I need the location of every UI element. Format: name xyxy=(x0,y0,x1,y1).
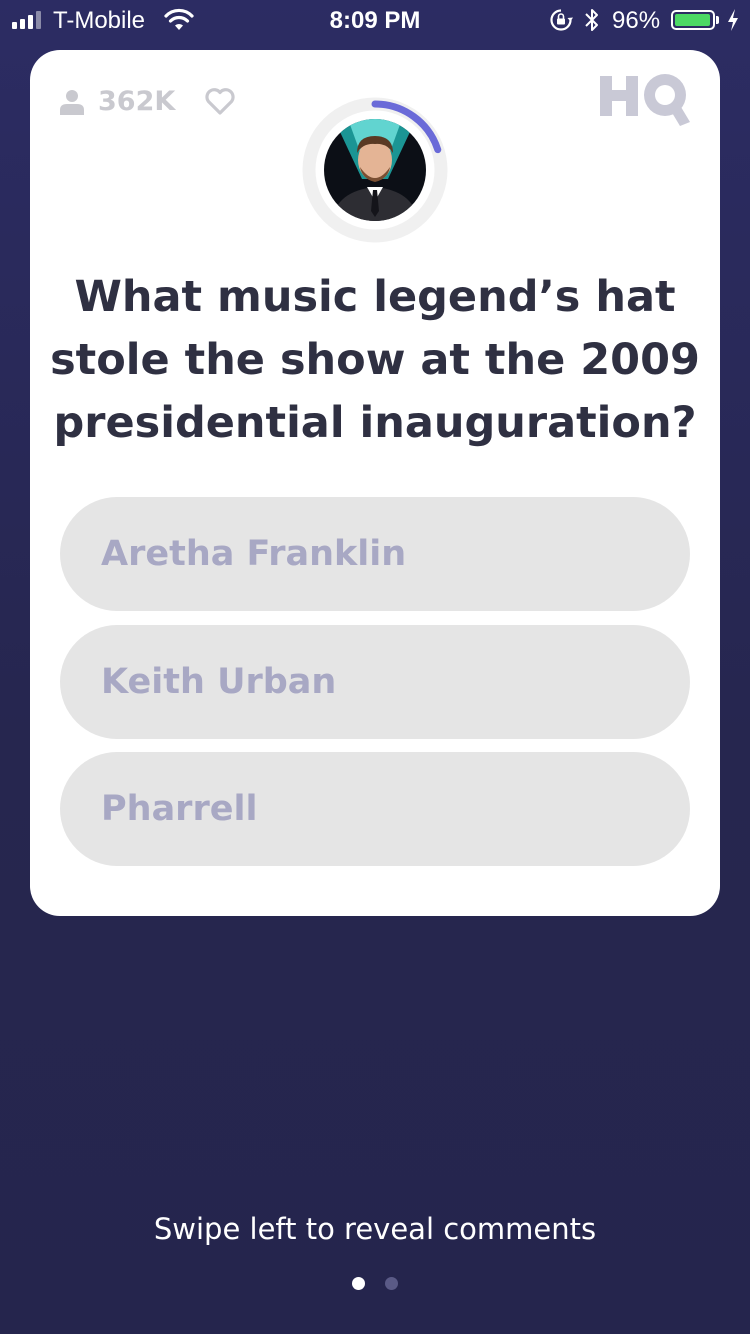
status-bar: T-Mobile 8:09 PM 96% xyxy=(0,0,750,40)
answer-option-1[interactable]: Aretha Franklin xyxy=(60,497,690,611)
battery-icon xyxy=(671,10,715,30)
viewer-count-label: 362K xyxy=(98,86,176,117)
host-avatar xyxy=(324,119,426,221)
viewer-count: 362K xyxy=(60,86,175,117)
question-text: What music legend’s hat stole the show a… xyxy=(50,272,700,448)
page-dot-2[interactable] xyxy=(385,1277,398,1290)
charging-icon xyxy=(728,9,738,31)
heart-icon[interactable] xyxy=(204,86,236,116)
rotation-lock-icon xyxy=(550,9,573,31)
page-indicator[interactable] xyxy=(0,1277,750,1290)
hq-logo xyxy=(600,74,690,126)
question-card: 362K What music legend’s hat stole the s… xyxy=(30,50,720,916)
battery-nub xyxy=(716,16,719,24)
battery-percent: 96% xyxy=(612,7,661,34)
answer-option-3[interactable]: Pharrell xyxy=(60,752,690,866)
page-dot-1[interactable] xyxy=(352,1277,365,1290)
person-icon xyxy=(60,89,84,115)
answer-option-2[interactable]: Keith Urban xyxy=(60,625,690,739)
bluetooth-icon xyxy=(585,9,598,31)
swipe-hint: Swipe left to reveal comments xyxy=(153,1212,597,1246)
